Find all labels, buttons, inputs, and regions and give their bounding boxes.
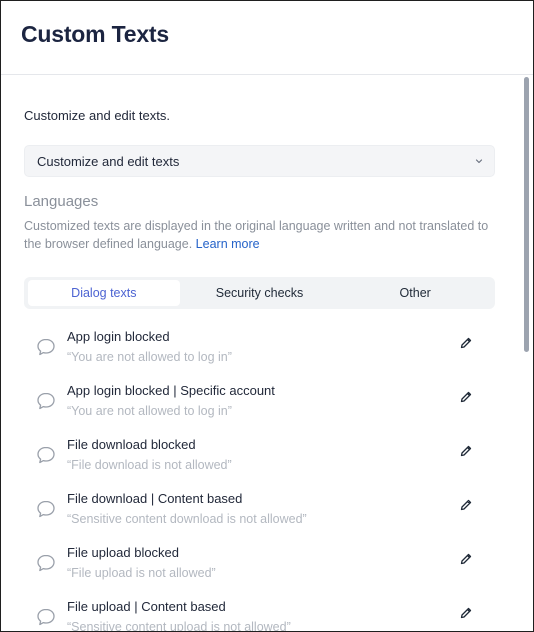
- scroll-area[interactable]: Customize and edit texts. Customize and …: [1, 76, 533, 631]
- speech-bubble-icon: [36, 607, 56, 627]
- item-title: File upload blocked: [67, 545, 180, 560]
- speech-bubble-icon: [36, 499, 56, 519]
- pencil-icon[interactable]: [459, 390, 473, 404]
- list-item[interactable]: App login blocked “You are not allowed t…: [24, 321, 495, 375]
- item-title: App login blocked: [67, 329, 170, 344]
- tab-other[interactable]: Other: [339, 280, 491, 306]
- item-subtitle: “Sensitive content upload is not allowed…: [67, 620, 291, 631]
- panel-content: Customize and edit texts. Customize and …: [1, 108, 533, 631]
- intro-text: Customize and edit texts.: [24, 108, 170, 123]
- tab-dialog-texts[interactable]: Dialog texts: [28, 280, 180, 306]
- item-title: File download | Content based: [67, 491, 243, 506]
- tab-bar: Dialog texts Security checks Other: [24, 277, 495, 309]
- item-title: File upload | Content based: [67, 599, 226, 614]
- page-title: Custom Texts: [21, 21, 169, 47]
- item-subtitle: “You are not allowed to log in”: [67, 350, 232, 364]
- pencil-icon[interactable]: [459, 498, 473, 512]
- list-item[interactable]: File upload | Content based “Sensitive c…: [24, 591, 495, 631]
- item-title: App login blocked | Specific account: [67, 383, 275, 398]
- pencil-icon[interactable]: [459, 336, 473, 350]
- pencil-icon[interactable]: [459, 606, 473, 620]
- item-subtitle: “File download is not allowed”: [67, 458, 232, 472]
- vertical-scrollbar[interactable]: [524, 77, 529, 352]
- item-subtitle: “Sensitive content download is not allow…: [67, 512, 307, 526]
- list-item[interactable]: File upload blocked “File upload is not …: [24, 537, 495, 591]
- pencil-icon[interactable]: [459, 444, 473, 458]
- speech-bubble-icon: [36, 445, 56, 465]
- learn-more-link[interactable]: Learn more: [196, 237, 260, 251]
- speech-bubble-icon: [36, 391, 56, 411]
- languages-description: Customized texts are displayed in the or…: [24, 218, 495, 253]
- list-item[interactable]: File download | Content based “Sensitive…: [24, 483, 495, 537]
- speech-bubble-icon: [36, 553, 56, 573]
- custom-texts-panel: Custom Texts Customize and edit texts. C…: [0, 0, 534, 632]
- list-item[interactable]: File download blocked “File download is …: [24, 429, 495, 483]
- speech-bubble-icon: [36, 337, 56, 357]
- dialog-text-list: App login blocked “You are not allowed t…: [24, 321, 495, 631]
- panel-header: Custom Texts: [1, 1, 533, 75]
- languages-heading: Languages: [24, 193, 99, 210]
- texts-select[interactable]: Customize and edit texts: [24, 145, 495, 177]
- list-item[interactable]: App login blocked | Specific account “Yo…: [24, 375, 495, 429]
- item-subtitle: “File upload is not allowed”: [67, 566, 216, 580]
- chevron-down-icon: [474, 156, 484, 166]
- tab-security-checks[interactable]: Security checks: [184, 280, 336, 306]
- item-title: File download blocked: [67, 437, 196, 452]
- select-value: Customize and edit texts: [37, 153, 180, 169]
- pencil-icon[interactable]: [459, 552, 473, 566]
- item-subtitle: “You are not allowed to log in”: [67, 404, 232, 418]
